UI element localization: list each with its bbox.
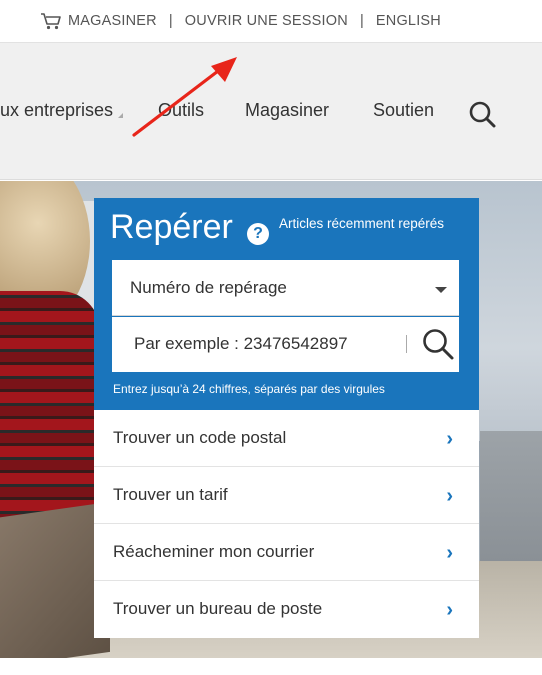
main-nav: ux entreprises Outils Magasiner Soutien (0, 42, 542, 180)
chevron-right-icon: › (446, 599, 453, 621)
nav-item-shop[interactable]: Magasiner (245, 100, 329, 121)
quick-link-rate[interactable]: Trouver un tarif › (94, 467, 479, 524)
separator: | (359, 13, 364, 29)
tracking-hint: Entrez jusqu’à 24 chiffres, séparés par … (113, 382, 385, 396)
utility-bar: MAGASINER | OUVRIR UNE SESSION | ENGLISH (0, 0, 542, 42)
chevron-down-icon (435, 287, 447, 293)
input-divider (406, 335, 407, 353)
quick-link-postal-code[interactable]: Trouver un code postal › (94, 410, 479, 467)
quick-link-post-office[interactable]: Trouver un bureau de poste › (94, 581, 479, 638)
quick-link-reroute-mail[interactable]: Réacheminer mon courrier › (94, 524, 479, 581)
track-panel-header: Repérer ? Articles récemment repérés Num… (94, 198, 479, 410)
quick-link-label: Réacheminer mon courrier (113, 542, 315, 561)
quick-link-label: Trouver un bureau de poste (113, 599, 323, 618)
chevron-right-icon: › (446, 485, 453, 507)
input-placeholder: Par exemple : 23476542897 (134, 334, 348, 353)
separator: | (168, 13, 173, 29)
quick-links: Trouver un code postal › Trouver un tari… (94, 410, 479, 638)
help-icon[interactable]: ? (247, 223, 269, 245)
recent-tracked-link[interactable]: Articles récemment repérés (279, 216, 444, 231)
utility-links: MAGASINER | OUVRIR UNE SESSION | ENGLISH (40, 12, 441, 30)
shopping-cart-icon[interactable] (40, 12, 62, 30)
quick-link-label: Trouver un code postal (113, 428, 287, 447)
chevron-right-icon: › (446, 428, 453, 450)
nav-item-business[interactable]: ux entreprises (0, 100, 124, 121)
select-value: Numéro de repérage (130, 278, 287, 297)
language-link[interactable]: ENGLISH (376, 13, 441, 29)
chevron-right-icon: › (446, 542, 453, 564)
nav-item-tools[interactable]: Outils (158, 100, 204, 121)
search-icon[interactable] (421, 327, 455, 361)
dropdown-caret-icon (118, 113, 124, 118)
track-title: Repérer (110, 208, 233, 246)
nav-item-label: ux entreprises (0, 100, 114, 120)
signin-link[interactable]: OUVRIR UNE SESSION (185, 13, 348, 29)
shop-link[interactable]: MAGASINER (68, 13, 157, 29)
quick-link-label: Trouver un tarif (113, 485, 228, 504)
tracking-type-select[interactable]: Numéro de repérage (112, 260, 459, 316)
track-panel: Repérer ? Articles récemment repérés Num… (94, 198, 479, 638)
search-icon[interactable] (468, 100, 498, 130)
nav-item-support[interactable]: Soutien (373, 100, 434, 121)
tracking-number-input[interactable]: Par exemple : 23476542897 (112, 317, 459, 372)
